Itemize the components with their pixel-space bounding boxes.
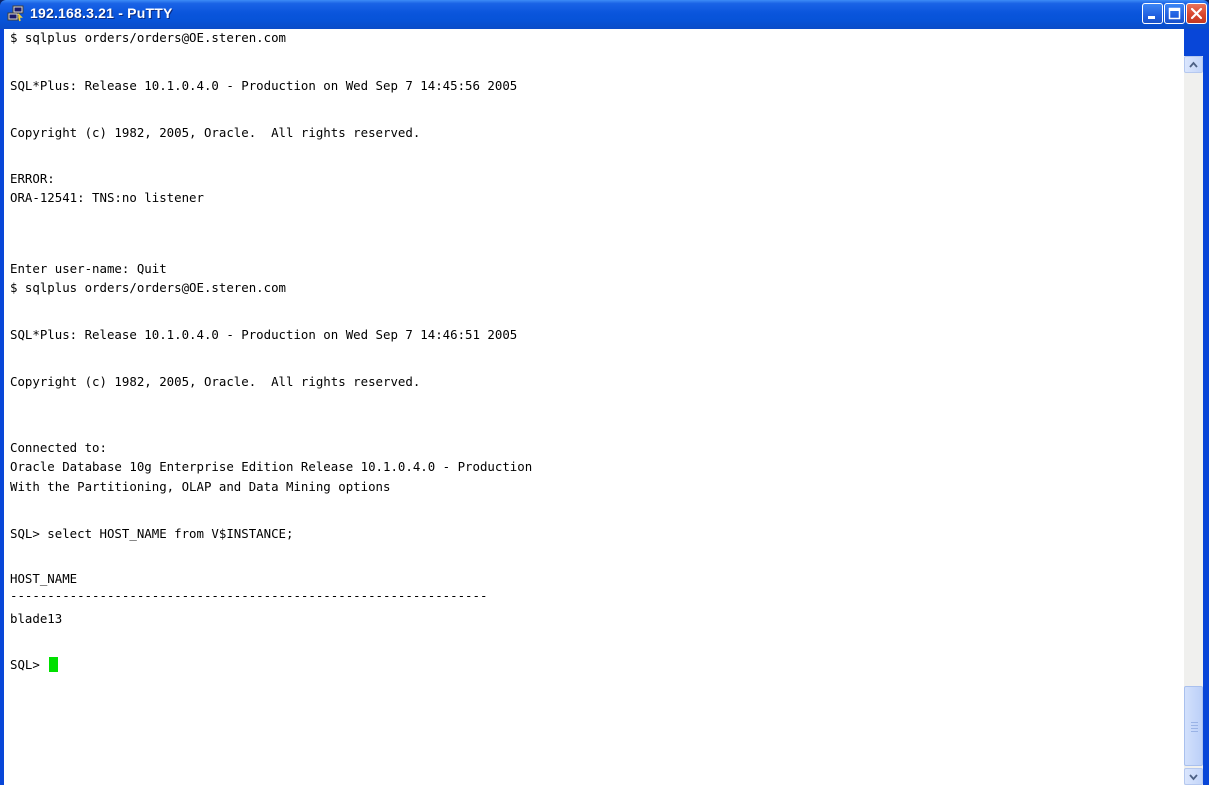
terminal-line: ----------------------------------------… (10, 588, 488, 603)
terminal-line: ERROR: (10, 171, 55, 186)
terminal-screen[interactable]: $ sqlplus orders/orders@OE.steren.com SQ… (4, 29, 1184, 785)
terminal-line: SQL*Plus: Release 10.1.0.4.0 - Productio… (10, 327, 518, 342)
arrow-up-icon (1189, 61, 1198, 68)
terminal-prompt-line: SQL> (10, 657, 59, 673)
terminal-line: $ sqlplus orders/orders@OE.steren.com (10, 280, 287, 295)
title-bar[interactable]: 192.168.3.21 - PuTTY (0, 0, 1209, 29)
scrollbar-thumb[interactable] (1184, 686, 1203, 766)
terminal-line: ORA-12541: TNS:no listener (10, 190, 204, 205)
terminal-line: Copyright (c) 1982, 2005, Oracle. All ri… (10, 125, 421, 140)
maximize-button[interactable] (1164, 3, 1185, 24)
terminal-line: HOST_NAME (10, 571, 78, 586)
scroll-up-button[interactable] (1184, 56, 1203, 73)
terminal-line: With the Partitioning, OLAP and Data Min… (10, 479, 391, 494)
close-button[interactable] (1186, 3, 1207, 24)
arrow-down-icon (1189, 774, 1198, 781)
close-icon (1190, 7, 1203, 20)
terminal-line: blade13 (10, 611, 63, 626)
terminal-line: Copyright (c) 1982, 2005, Oracle. All ri… (10, 374, 421, 389)
terminal-line: Connected to: (10, 440, 107, 455)
grip-line (1191, 725, 1198, 726)
vertical-scrollbar[interactable] (1184, 56, 1203, 785)
scroll-down-button[interactable] (1184, 768, 1203, 785)
maximize-icon (1168, 7, 1181, 20)
grip-line (1191, 731, 1198, 732)
putty-window: 192.168.3.21 - PuTTY $ sqlplus orders/or… (0, 0, 1209, 785)
window-title: 192.168.3.21 - PuTTY (30, 5, 173, 21)
grip-line (1191, 722, 1198, 723)
grip-line (1191, 728, 1198, 729)
terminal-line: SQL> select HOST_NAME from V$INSTANCE; (10, 526, 294, 541)
putty-icon[interactable] (7, 5, 25, 23)
minimize-icon (1148, 16, 1155, 19)
terminal-line: Enter user-name: Quit (10, 261, 167, 276)
minimize-button[interactable] (1142, 3, 1163, 24)
text-cursor (49, 657, 59, 672)
terminal-line: Oracle Database 10g Enterprise Edition R… (10, 459, 533, 474)
terminal-line: $ sqlplus orders/orders@OE.steren.com (10, 30, 287, 45)
terminal-line: SQL*Plus: Release 10.1.0.4.0 - Productio… (10, 78, 518, 93)
terminal-prompt: SQL> (10, 657, 48, 672)
